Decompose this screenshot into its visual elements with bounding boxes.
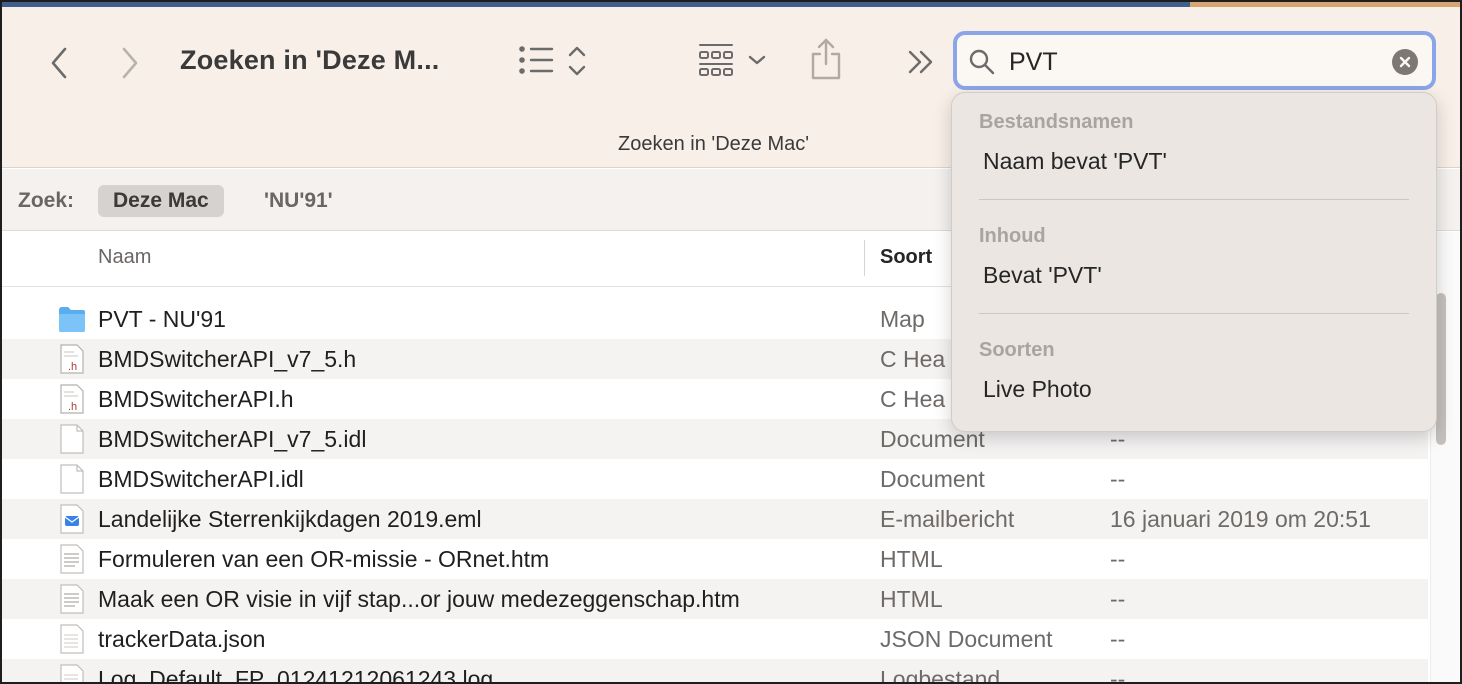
html-file-icon	[60, 544, 84, 574]
file-date: --	[1110, 466, 1126, 492]
file-kind: Logbestand	[880, 666, 1001, 684]
list-view-icon	[519, 46, 586, 76]
file-name: BMDSwitcherAPI.h	[98, 386, 294, 412]
file-name: trackerData.json	[98, 626, 266, 652]
window-title: Zoeken in 'Deze M...	[180, 45, 440, 75]
file-date: 16 januari 2019 om 20:51	[1110, 506, 1371, 532]
share-icon	[811, 38, 841, 80]
file-kind: Map	[880, 306, 925, 332]
file-date: --	[1110, 546, 1126, 572]
scope-label: Zoek:	[18, 189, 75, 212]
search-input[interactable]	[1009, 47, 1369, 77]
file-date: --	[1110, 586, 1126, 612]
column-name-header[interactable]: Naam	[98, 246, 151, 269]
header-file-icon: .h	[60, 344, 84, 374]
document-icon	[60, 424, 84, 454]
search-suggestions-menu: Bestandsnamen Naam bevat 'PVT' Inhoud Be…	[951, 92, 1437, 432]
clear-circle-icon	[1399, 56, 1411, 68]
mail-icon	[60, 504, 84, 534]
header-file-icon: .h	[60, 384, 84, 414]
scrollbar-thumb[interactable]	[1436, 293, 1446, 445]
file-kind: JSON Document	[880, 626, 1053, 652]
share-button[interactable]	[808, 37, 844, 83]
suggestion-contents-contains[interactable]: Bevat 'PVT'	[983, 262, 1102, 289]
search-scope-caption: Zoeken in 'Deze Mac'	[618, 133, 810, 155]
file-kind: Document	[880, 466, 985, 492]
double-chevron-right-icon	[908, 50, 933, 74]
text-file-icon	[60, 664, 84, 682]
search-clear-button[interactable]	[1392, 49, 1418, 75]
table-row[interactable]: Formuleren van een OR-missie - ORnet.htm…	[2, 539, 1428, 579]
view-options-button[interactable]	[516, 41, 590, 81]
text-file-icon	[60, 624, 84, 654]
chevron-left-icon	[51, 47, 67, 79]
suggestion-name-contains[interactable]: Naam bevat 'PVT'	[983, 148, 1167, 175]
search-field[interactable]	[953, 31, 1436, 90]
table-row[interactable]: Landelijke Sterrenkijkdagen 2019.eml E-m…	[2, 499, 1428, 539]
more-toolbar-button[interactable]	[905, 47, 937, 77]
file-kind: HTML	[880, 546, 943, 572]
menu-separator	[979, 199, 1409, 200]
search-icon	[969, 49, 995, 75]
file-kind: C Hea	[880, 346, 946, 372]
file-name: Landelijke Sterrenkijkdagen 2019.eml	[98, 506, 482, 532]
forward-button[interactable]	[115, 45, 145, 81]
svg-text:.h: .h	[68, 361, 77, 373]
file-date: --	[1110, 666, 1126, 684]
file-kind: C Hea	[880, 386, 946, 412]
chevron-right-icon	[122, 47, 138, 79]
suggestion-header-kinds: Soorten	[979, 339, 1055, 361]
file-name: Formuleren van een OR-missie - ORnet.htm	[98, 546, 550, 572]
table-row[interactable]: trackerData.json JSON Document --	[2, 619, 1428, 659]
file-name: BMDSwitcherAPI.idl	[98, 466, 304, 492]
file-name: PVT - NU'91	[98, 306, 226, 332]
column-divider[interactable]	[864, 240, 865, 276]
group-button[interactable]	[696, 41, 770, 83]
html-file-icon	[60, 584, 84, 614]
document-icon	[60, 464, 84, 494]
file-kind: HTML	[880, 586, 943, 612]
scope-folder-button[interactable]: 'NU'91'	[264, 189, 333, 213]
table-row[interactable]: Log_Default_FP_01241212061243.log Logbes…	[2, 659, 1428, 684]
file-kind: E-mailbericht	[880, 506, 1015, 532]
menu-separator	[979, 313, 1409, 314]
file-name: Log_Default_FP_01241212061243.log	[98, 666, 494, 684]
file-date: --	[1110, 626, 1126, 652]
scope-this-mac-button[interactable]: Deze Mac	[98, 185, 224, 217]
table-row[interactable]: Maak een OR visie in vijf stap...or jouw…	[2, 579, 1428, 619]
grid-group-icon	[699, 44, 766, 76]
svg-text:.h: .h	[68, 401, 77, 413]
file-name: Maak een OR visie in vijf stap...or jouw…	[98, 586, 740, 612]
suggestion-header-filenames: Bestandsnamen	[979, 111, 1134, 133]
file-name: BMDSwitcherAPI_v7_5.idl	[98, 426, 367, 452]
finder-window: Zoeken in 'Deze M... PVT Zoeken in 'Deze…	[0, 0, 1462, 684]
column-kind-header[interactable]: Soort	[880, 246, 932, 269]
suggestion-kind-live-photo[interactable]: Live Photo	[983, 376, 1092, 403]
suggestion-header-contents: Inhoud	[979, 225, 1046, 247]
back-button[interactable]	[44, 45, 74, 81]
folder-icon	[59, 307, 85, 332]
table-row[interactable]: BMDSwitcherAPI.idl Document --	[2, 459, 1428, 499]
file-name: BMDSwitcherAPI_v7_5.h	[98, 346, 357, 372]
